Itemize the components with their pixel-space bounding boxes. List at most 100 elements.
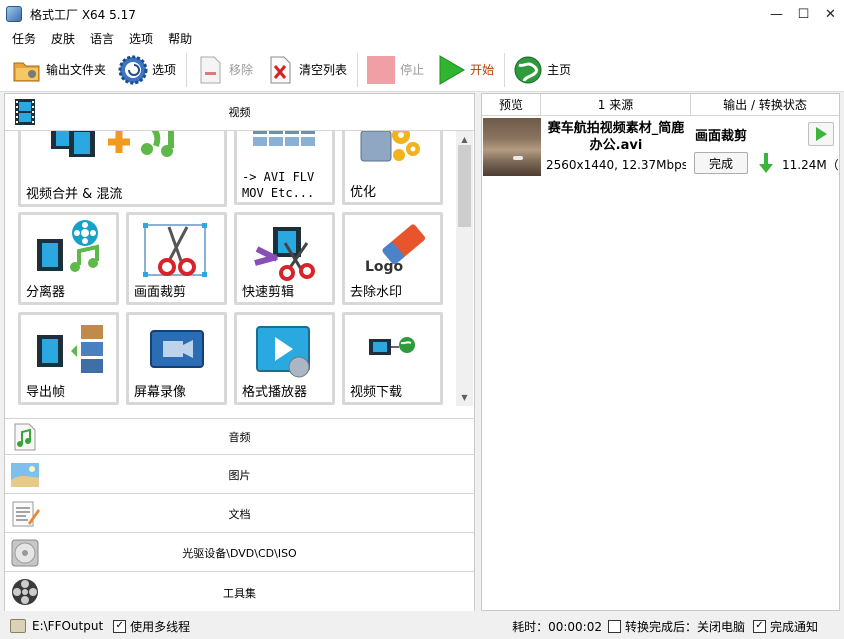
minimize-button[interactable]: — <box>763 0 790 28</box>
category-audio-label: 音频 <box>228 430 251 444</box>
title-bar: 格式工厂 X64 5.17 — ☐ ✕ <box>0 0 844 28</box>
tile-label: 去除水印 <box>350 285 403 300</box>
options-gear-icon <box>118 55 148 85</box>
remove-button[interactable]: 移除 <box>195 52 253 88</box>
task-list-panel: 预览 1 来源 输出 / 转换状态 赛车航拍视频素材_简鹿办公.avi 2560… <box>481 93 840 611</box>
category-rom-label: 光驱设备\DVD\CD\ISO <box>182 547 297 560</box>
video-download-icon <box>369 337 415 355</box>
video-tiles-grid: 视频合并 & 混流 -> AVI FLV MOV Etc... 优化 分离器 画… <box>5 131 474 406</box>
picture-image-icon <box>9 460 41 490</box>
tile-label: 视频下载 <box>350 385 403 400</box>
tile-player[interactable]: 格式播放器 <box>234 312 335 405</box>
output-folder-button[interactable]: 输出文件夹 <box>12 52 106 88</box>
column-header-preview[interactable]: 预览 <box>482 94 541 116</box>
function-panel: 视频 视频合并 & 混流 -> AVI FLV MOV Etc... 优化 分离… <box>4 93 475 611</box>
scroll-thumb[interactable] <box>458 145 471 227</box>
video-film-icon <box>9 97 41 127</box>
tile-format-convert[interactable]: -> AVI FLV MOV Etc... <box>234 131 335 205</box>
tile-crop[interactable]: 画面裁剪 <box>126 212 227 305</box>
multithread-checkbox[interactable]: ✓ <box>113 619 127 633</box>
clear-list-button[interactable]: 清空列表 <box>265 52 347 88</box>
tile-video-merge[interactable]: 视频合并 & 混流 <box>18 131 227 207</box>
task-operation: 画面裁剪 <box>695 129 748 144</box>
task-filename: 赛车航拍视频素材_简鹿办公.avi <box>547 121 685 153</box>
after-convert-checkbox[interactable] <box>607 619 621 633</box>
menu-options[interactable]: 选项 <box>129 30 153 47</box>
tile-remove-watermark[interactable]: Logo 去除水印 <box>342 212 443 305</box>
home-globe-icon <box>513 55 543 85</box>
task-play-button[interactable] <box>808 122 834 146</box>
menu-skin[interactable]: 皮肤 <box>51 30 75 47</box>
maximize-button[interactable]: ☐ <box>790 0 817 28</box>
output-folder-icon[interactable] <box>10 619 26 633</box>
window-title: 格式工厂 X64 5.17 <box>30 7 136 22</box>
player-icon <box>256 326 310 378</box>
tile-export-frames[interactable]: 导出帧 <box>18 312 119 405</box>
scroll-down-arrow-icon[interactable]: ▼ <box>456 389 473 406</box>
notify-label: 完成通知 <box>769 619 818 634</box>
status-bar: E:\FFOutput ✓ 使用多线程 耗时：00:00:02 转换完成后：关闭… <box>0 613 844 639</box>
menu-task[interactable]: 任务 <box>12 30 36 47</box>
options-button[interactable]: 选项 <box>118 52 176 88</box>
task-status-button[interactable]: 完成 <box>694 152 748 174</box>
menu-language[interactable]: 语言 <box>90 30 114 47</box>
crop-icon <box>143 223 207 277</box>
toolbar-separator <box>504 52 506 87</box>
stop-label: 停止 <box>400 63 425 77</box>
task-file-info: 2560x1440, 12.37Mbps, <box>546 158 686 172</box>
toolbar: 输出文件夹 选项 移除 清空列表 停止 开始 主页 <box>0 48 844 92</box>
category-document[interactable]: 文档 <box>5 496 474 533</box>
tile-screen-record[interactable]: 屏幕录像 <box>126 312 227 405</box>
options-label: 选项 <box>152 63 177 77</box>
home-button[interactable]: 主页 <box>513 52 571 88</box>
menu-bar: 任务 皮肤 语言 选项 帮助 <box>0 28 844 48</box>
close-button[interactable]: ✕ <box>817 0 844 28</box>
export-frames-icon <box>37 325 103 373</box>
video-merge-icon <box>51 131 174 157</box>
folder-icon <box>12 55 42 85</box>
tools-reel-icon <box>9 577 41 607</box>
category-rom-device[interactable]: 光驱设备\DVD\CD\ISO <box>5 535 474 572</box>
toolbar-separator <box>186 52 188 87</box>
task-output-size: 11.24M（ <box>782 158 839 172</box>
tile-label: 优化 <box>350 185 377 200</box>
video-preview-thumbnail <box>483 118 541 176</box>
clear-list-icon <box>265 55 295 85</box>
category-audio[interactable]: 音频 <box>5 418 474 455</box>
category-video[interactable]: 视频 <box>5 94 474 131</box>
home-label: 主页 <box>547 63 572 77</box>
tile-optimize[interactable]: 优化 <box>342 131 443 205</box>
audio-note-icon <box>9 422 41 452</box>
tile-quick-clip[interactable]: 快速剪辑 <box>234 212 335 305</box>
start-button[interactable]: 开始 <box>436 52 494 88</box>
stop-icon <box>366 55 396 85</box>
tile-demuxer[interactable]: 分离器 <box>18 212 119 305</box>
category-picture[interactable]: 图片 <box>5 457 474 494</box>
download-arrow-icon <box>759 153 773 173</box>
screen-record-icon <box>150 330 204 368</box>
stop-button[interactable]: 停止 <box>366 52 424 88</box>
clear-list-label: 清空列表 <box>299 63 348 77</box>
elapsed-time: 耗时：00:00:02 <box>512 619 602 634</box>
column-header-output-status[interactable]: 输出 / 转换状态 <box>691 94 839 116</box>
category-document-label: 文档 <box>228 508 251 521</box>
tile-video-download[interactable]: 视频下载 <box>342 312 443 405</box>
play-icon <box>816 127 827 141</box>
document-icon <box>9 499 41 529</box>
menu-help[interactable]: 帮助 <box>168 30 192 47</box>
column-header-source[interactable]: 1 来源 <box>541 94 691 116</box>
output-path[interactable]: E:\FFOutput <box>32 619 103 633</box>
category-tools[interactable]: 工具集 <box>5 574 474 611</box>
tile-label: 屏幕录像 <box>134 385 187 400</box>
category-tools-label: 工具集 <box>223 586 256 600</box>
tile-label: 导出帧 <box>26 385 66 400</box>
tiles-scrollbar[interactable]: ▲ ▼ <box>456 131 473 406</box>
logo-text: Logo <box>365 259 404 275</box>
notify-checkbox[interactable]: ✓ <box>752 619 766 633</box>
start-label: 开始 <box>470 63 495 77</box>
tile-label: 分离器 <box>26 285 66 300</box>
remove-label: 移除 <box>229 63 254 77</box>
task-row[interactable]: 赛车航拍视频素材_简鹿办公.avi 2560x1440, 12.37Mbps, … <box>482 116 839 178</box>
tile-label: 快速剪辑 <box>242 285 295 300</box>
tile-label: 视频合并 & 混流 <box>26 187 123 202</box>
